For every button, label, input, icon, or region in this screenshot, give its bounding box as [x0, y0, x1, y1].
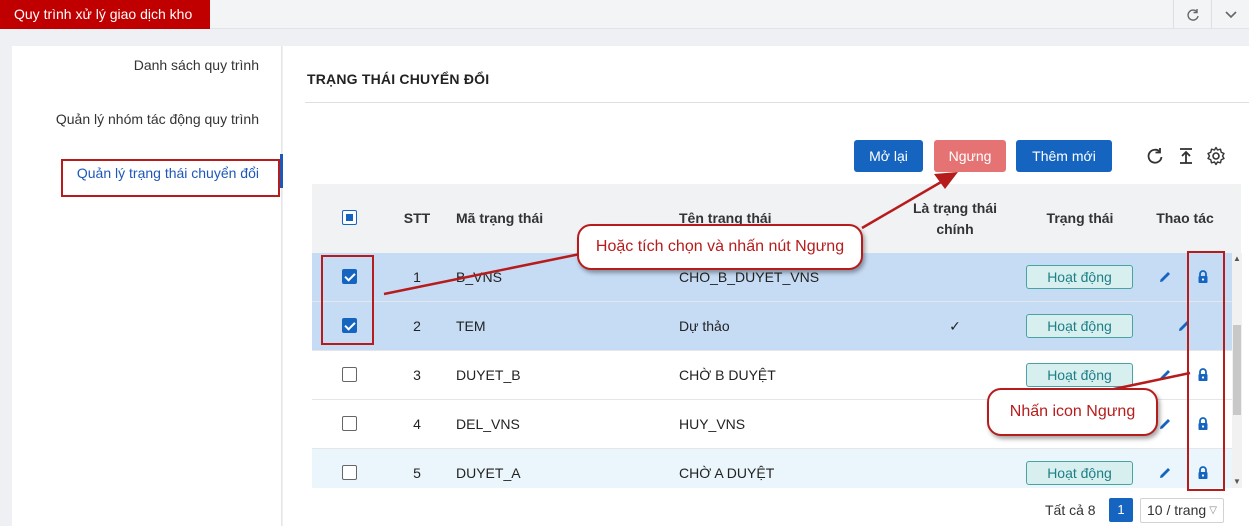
- main-panel: TRẠNG THÁI CHUYỂN ĐỔI Mở lại Ngưng Thêm …: [283, 46, 1249, 526]
- header-actions: Thao tác: [1156, 210, 1214, 226]
- select-all-checkbox[interactable]: [342, 210, 357, 225]
- scroll-thumb[interactable]: [1233, 325, 1241, 415]
- scroll-up-icon[interactable]: ▲: [1232, 253, 1242, 265]
- sidebar: Danh sách quy trình Quản lý nhóm tác độn…: [12, 46, 283, 526]
- cell-stt: 3: [413, 367, 421, 383]
- status-badge: Hoạt động: [1026, 265, 1133, 289]
- edit-icon[interactable]: [1157, 269, 1173, 285]
- cell-stt: 1: [413, 269, 421, 285]
- status-badge: Hoạt động: [1026, 461, 1133, 485]
- scroll-down-icon[interactable]: ▼: [1232, 476, 1242, 488]
- cell-code: DUYET_B: [456, 367, 521, 383]
- checkbox-highlight-box: [321, 255, 374, 345]
- edit-icon[interactable]: [1157, 416, 1173, 432]
- cell-name: CHỜ A DUYỆT: [679, 465, 775, 481]
- title-divider: [305, 102, 1249, 103]
- chevron-down-icon[interactable]: [1211, 0, 1249, 29]
- cell-stt: 5: [413, 465, 421, 481]
- header-stt: STT: [403, 210, 431, 226]
- cell-stt: 4: [413, 416, 421, 432]
- page-title: TRẠNG THÁI CHUYỂN ĐỔI: [307, 71, 490, 87]
- cell-name: Dự thảo: [679, 318, 730, 334]
- row-checkbox[interactable]: [342, 465, 357, 480]
- sidebar-item-process-groups[interactable]: Quản lý nhóm tác động quy trình: [56, 111, 259, 127]
- page-size-select[interactable]: 10 / trang ▽: [1140, 498, 1224, 523]
- table-scrollbar[interactable]: ▲ ▼: [1232, 253, 1242, 488]
- callout-stop-button: Hoặc tích chọn và nhấn nút Ngưng: [577, 224, 863, 270]
- cell-stt: 2: [413, 318, 421, 334]
- top-bar: Quy trình xử lý giao dịch kho: [0, 0, 1249, 29]
- header-is-main-line1: Là trạng thái: [912, 200, 997, 216]
- cell-name: HUY_VNS: [679, 416, 746, 432]
- stop-button[interactable]: Ngưng: [934, 140, 1006, 172]
- callout-stop-icon: Nhấn icon Ngưng: [987, 388, 1158, 436]
- status-badge: Hoạt động: [1026, 314, 1133, 338]
- page-size-value: 10 / trang: [1147, 502, 1207, 518]
- add-new-button[interactable]: Thêm mới: [1016, 140, 1112, 172]
- topbar-icons: [1173, 0, 1249, 29]
- row-checkbox[interactable]: [342, 416, 357, 431]
- cell-code: DEL_VNS: [456, 416, 520, 432]
- pagination-total: Tất cả 8: [1045, 502, 1096, 518]
- edit-icon[interactable]: [1157, 465, 1173, 481]
- chevron-down-icon: ▽: [1209, 505, 1217, 516]
- header-is-main-line2: chính: [936, 221, 974, 237]
- settings-icon[interactable]: [1206, 146, 1226, 166]
- cell-code: DUYET_A: [456, 465, 521, 481]
- reopen-button[interactable]: Mở lại: [854, 140, 923, 172]
- table-row[interactable]: 2 TEM Dự thảo ✓ Hoạt động: [312, 302, 1241, 351]
- cell-name: CHỜ B DUYỆT: [679, 367, 776, 383]
- sidebar-item-process-list[interactable]: Danh sách quy trình: [134, 57, 259, 73]
- reload-icon[interactable]: [1145, 146, 1165, 166]
- cell-code: TEM: [456, 318, 486, 334]
- cell-code: B_VNS: [456, 269, 502, 285]
- row-checkbox[interactable]: [342, 367, 357, 382]
- edit-icon[interactable]: [1157, 367, 1173, 383]
- app-tab[interactable]: Quy trình xử lý giao dịch kho: [0, 0, 211, 29]
- main-state-check: ✓: [949, 318, 961, 334]
- status-badge: Hoạt động: [1026, 363, 1133, 387]
- header-status: Trạng thái: [1046, 210, 1114, 226]
- pagination-current-page[interactable]: 1: [1109, 498, 1133, 522]
- header-code: Mã trạng thái: [456, 210, 544, 226]
- sidebar-highlight-box: [61, 159, 280, 197]
- refresh-icon[interactable]: [1173, 0, 1211, 29]
- export-icon[interactable]: [1176, 146, 1196, 166]
- lock-column-highlight-box: [1187, 251, 1225, 491]
- table-row[interactable]: 5 DUYET_A CHỜ A DUYỆT Hoạt động: [312, 449, 1241, 488]
